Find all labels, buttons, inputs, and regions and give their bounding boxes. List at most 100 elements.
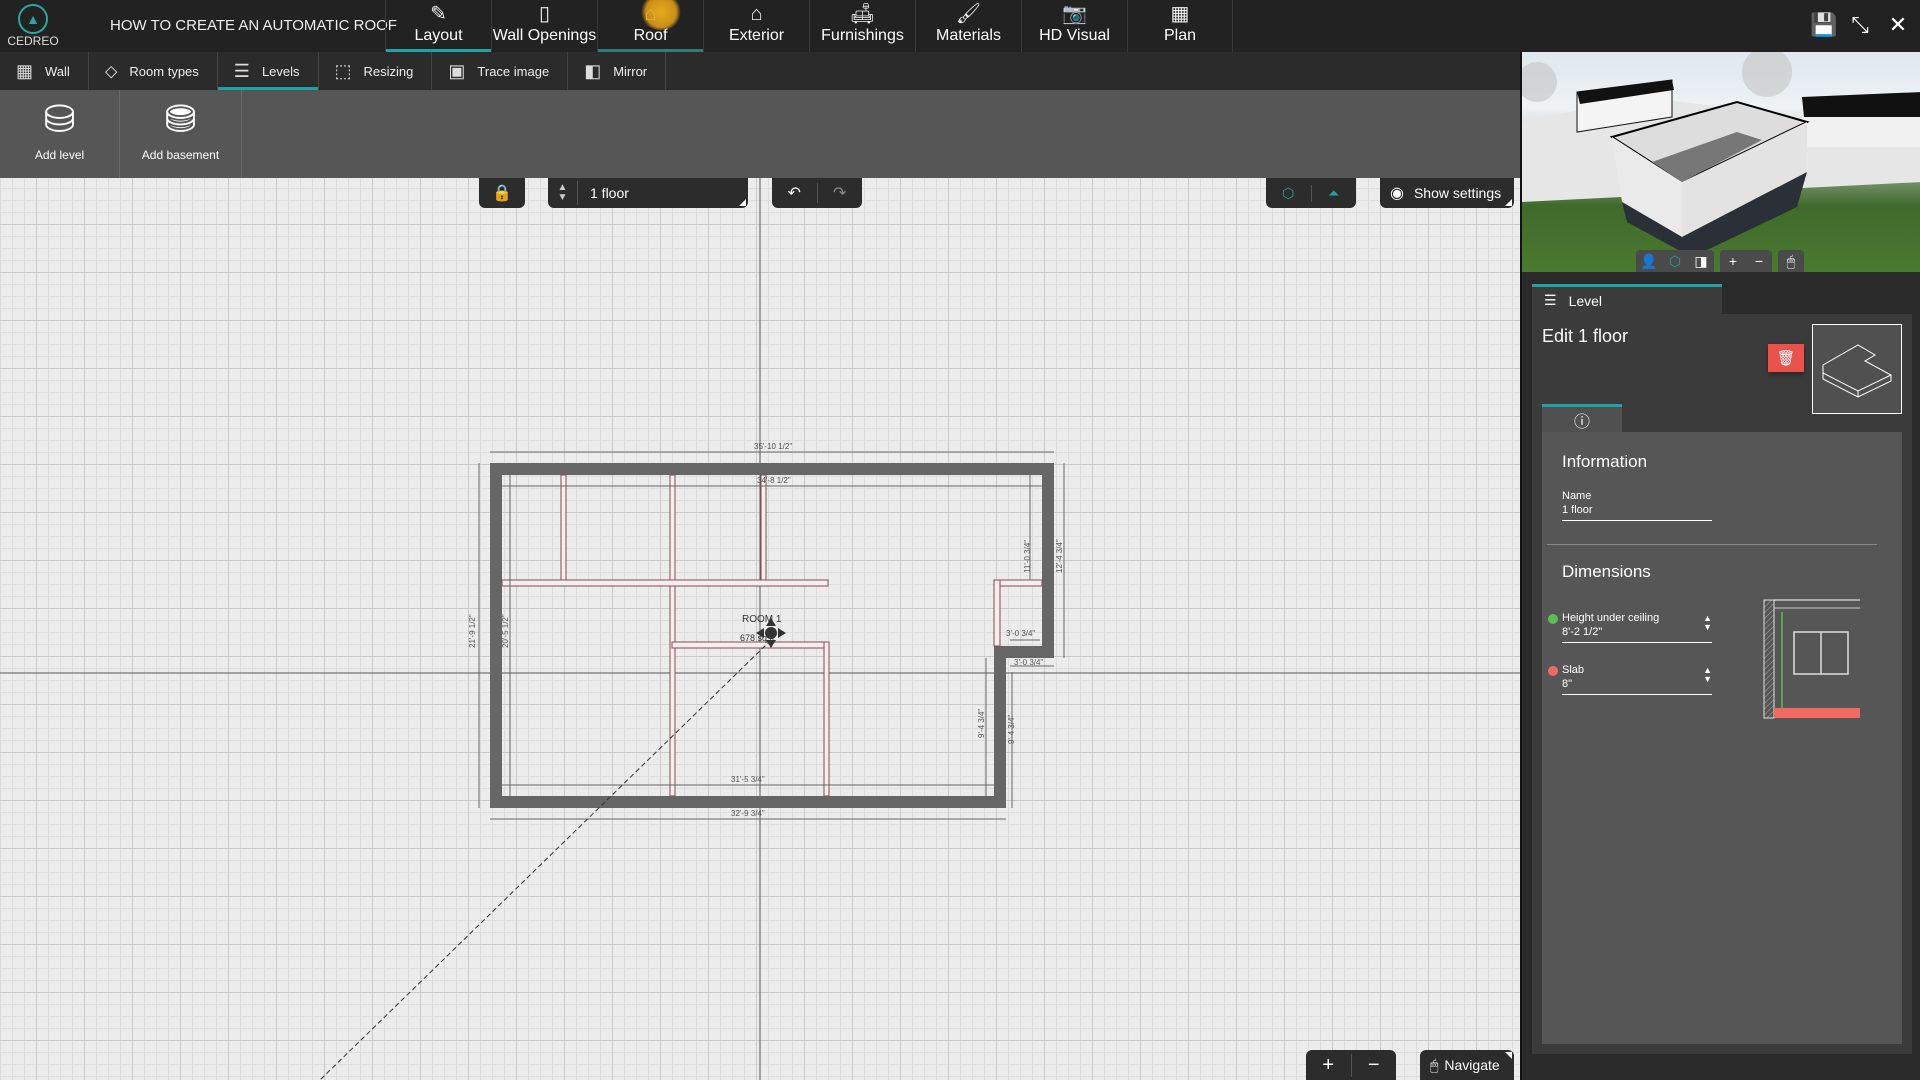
level-select-value: 1 floor bbox=[590, 185, 629, 201]
window-controls: 💾 ⤡ ✕ bbox=[1810, 12, 1910, 38]
tree-logo-icon: ▲ bbox=[18, 4, 48, 34]
slab-stepper-icon[interactable]: ▲ ▼ bbox=[1703, 666, 1712, 684]
tab-layout[interactable]: ✎ Layout bbox=[385, 0, 491, 52]
redo-button[interactable]: ↷ bbox=[816, 183, 863, 203]
subtab-room-types[interactable]: ⬦ Room types bbox=[89, 52, 218, 90]
slab-field[interactable]: Slab 8" ▲ ▼ bbox=[1548, 664, 1712, 695]
tree bbox=[1742, 52, 1792, 97]
add-basement-button[interactable]: ⛃ Add basement bbox=[120, 90, 242, 178]
delete-level-button[interactable]: 🗑 bbox=[1768, 344, 1804, 372]
tree bbox=[1522, 62, 1557, 102]
room-name-label[interactable]: ROOM 1 bbox=[742, 614, 782, 625]
add-basement-icon: ⛃ bbox=[164, 99, 197, 141]
plan-view-icon[interactable]: ◨ bbox=[1688, 253, 1714, 270]
height-stepper-icon[interactable]: ▲ ▼ bbox=[1703, 614, 1712, 632]
tab-furnishings[interactable]: 🛋 Furnishings bbox=[809, 0, 915, 52]
box-view-icon[interactable]: ⬡ bbox=[1662, 253, 1688, 270]
3d-mouse-icon[interactable]: 🖱 bbox=[1778, 253, 1804, 270]
close-icon[interactable]: ✕ bbox=[1886, 12, 1910, 38]
dim-notch-top: 3'-0 3/4" bbox=[1006, 629, 1035, 638]
view-mode-toggle: ⬡ ⏶ bbox=[1266, 178, 1356, 208]
height-under-ceiling-field[interactable]: Height under ceiling 8'-2 1/2" ▲ ▼ bbox=[1548, 612, 1712, 643]
navigate-button[interactable]: 🖱 Navigate bbox=[1420, 1050, 1514, 1080]
levels-stack-icon: ☰ bbox=[1544, 292, 1557, 308]
information-tab[interactable]: ⓘ bbox=[1542, 404, 1622, 432]
zoom-controls: + − bbox=[1306, 1050, 1396, 1080]
collapse-icon[interactable]: ⤡ bbox=[1848, 12, 1872, 38]
tab-hd-visual[interactable]: 📷 HD Visual bbox=[1021, 0, 1127, 52]
save-icon[interactable]: 💾 bbox=[1810, 12, 1837, 38]
slab-value: 8" bbox=[1562, 678, 1573, 690]
name-field[interactable]: Name 1 floor bbox=[1562, 490, 1712, 521]
dimensions-title: Dimensions bbox=[1562, 562, 1651, 581]
sub-tabs: ▦ Wall ⬦ Room types ☰ Levels ⬚ Resizing ▣ Tra… bbox=[0, 52, 1520, 90]
height-color-dot bbox=[1548, 614, 1558, 624]
show-settings-label: Show settings bbox=[1413, 185, 1502, 201]
trace-image-icon: ▣ bbox=[448, 60, 466, 81]
navigate-label: Navigate bbox=[1444, 1057, 1500, 1073]
3d-zoom-in-icon[interactable]: + bbox=[1720, 253, 1746, 269]
tab-wall-openings[interactable]: ▯ Wall Openings bbox=[491, 0, 597, 52]
levels-stack-icon: ☰ bbox=[233, 60, 250, 81]
dim-bottom-inner: 31'-5 3/4" bbox=[731, 775, 765, 784]
paint-roller-icon: 🖌 bbox=[955, 3, 982, 25]
zoom-out-button[interactable]: − bbox=[1350, 1053, 1397, 1077]
lamp-sofa-icon: 🛋 bbox=[849, 3, 876, 25]
level-select[interactable]: ▲ ▼ 1 floor bbox=[548, 178, 748, 208]
mouse-icon: 🖱 bbox=[1430, 1056, 1439, 1073]
subtab-mirror[interactable]: ◧ Mirror bbox=[568, 52, 667, 90]
tab-materials[interactable]: 🖌 Materials bbox=[915, 0, 1021, 52]
slab-indicator bbox=[1774, 708, 1860, 718]
show-settings-button[interactable]: ◉ Show settings bbox=[1380, 178, 1514, 208]
floor-view-icon[interactable]: ⏶ bbox=[1310, 184, 1357, 202]
tab-roof[interactable]: ⌂ Roof bbox=[597, 0, 703, 52]
camera-icon: 📷 bbox=[1062, 3, 1087, 25]
subtab-levels[interactable]: ☰ Levels bbox=[217, 52, 319, 90]
tab-exterior[interactable]: ⌂ Exterior bbox=[703, 0, 809, 52]
dim-right-lower-inner: 9'-4 3/4" bbox=[977, 709, 986, 738]
level-thumbnail[interactable] bbox=[1812, 324, 1902, 414]
corner-resize-icon bbox=[1505, 1052, 1512, 1059]
tab-plan[interactable]: ▦ Plan bbox=[1127, 0, 1233, 52]
height-label: Height under ceiling bbox=[1562, 612, 1660, 624]
cedreo-logo[interactable]: ▲ CEDREO bbox=[4, 2, 62, 52]
lock-icon: 🔒 bbox=[492, 185, 512, 202]
plan-canvas[interactable]: 35'-10 1/2" 34'-8 1/2" 21'-9 1/2" 20'-5 … bbox=[0, 178, 1520, 1080]
neighbor-roof-2 bbox=[1802, 92, 1920, 117]
level-tab[interactable]: ☰ Level bbox=[1532, 284, 1722, 314]
levels-ribbon: ⛁ Add level ⛃ Add basement bbox=[0, 90, 1520, 178]
3d-zoom-out-icon[interactable]: − bbox=[1746, 253, 1772, 269]
corner-resize-icon bbox=[1505, 199, 1512, 206]
info-icon: ⓘ bbox=[1573, 413, 1590, 431]
level-panel-body: Edit 1 floor 🗑 ⓘ Information Name 1 floo… bbox=[1532, 314, 1912, 1054]
dim-top-inner: 34'-8 1/2" bbox=[757, 476, 791, 485]
side-panel: 👤 ⬡ ◨ + − 🖱 ☰ Level Edit 1 floor 🗑 ⓘ Inform… bbox=[1520, 52, 1920, 1080]
wall-hatch bbox=[1763, 599, 1775, 719]
dim-right-upper-inner: 11'-0 3/4" bbox=[1023, 540, 1032, 573]
dim-notch-bottom: 3'-0 3/4" bbox=[1014, 658, 1043, 667]
top-bar: ▲ CEDREO HOW TO CREATE AN AUTOMATIC ROOF… bbox=[0, 0, 1920, 52]
section-divider bbox=[1547, 544, 1877, 545]
mirror-icon: ◧ bbox=[584, 60, 602, 81]
subtab-wall[interactable]: ▦ Wall bbox=[0, 52, 89, 90]
3d-box-view-icon[interactable]: ⬡ bbox=[1266, 185, 1311, 202]
height-value: 8'-2 1/2" bbox=[1562, 626, 1603, 638]
slab-shape-icon bbox=[1822, 344, 1893, 398]
door-icon: ▯ bbox=[538, 3, 550, 25]
brick-wall-icon: ▦ bbox=[16, 60, 34, 81]
guide-dashed-line bbox=[319, 639, 772, 1080]
undo-button[interactable]: ↶ bbox=[772, 183, 817, 203]
zoom-in-button[interactable]: + bbox=[1306, 1054, 1351, 1077]
project-title: HOW TO CREATE AN AUTOMATIC ROOF bbox=[110, 17, 397, 34]
person-view-icon[interactable]: 👤 bbox=[1636, 253, 1662, 270]
3d-toolbar: 👤 ⬡ ◨ + − 🖱 bbox=[1636, 250, 1804, 272]
dim-left-outer: 21'-9 1/2" bbox=[468, 614, 477, 648]
add-level-button[interactable]: ⛁ Add level bbox=[0, 90, 120, 178]
level-stepper-icon[interactable]: ▲ ▼ bbox=[548, 181, 578, 205]
subtab-resizing[interactable]: ⬚ Resizing bbox=[319, 52, 433, 90]
3d-preview[interactable]: 👤 ⬡ ◨ + − 🖱 bbox=[1522, 52, 1920, 272]
subtab-trace-image[interactable]: ▣ Trace image bbox=[432, 52, 569, 90]
edit-title: Edit 1 floor bbox=[1542, 326, 1629, 346]
lock-button[interactable]: 🔒 bbox=[479, 178, 525, 208]
slab-label: Slab bbox=[1562, 664, 1585, 676]
